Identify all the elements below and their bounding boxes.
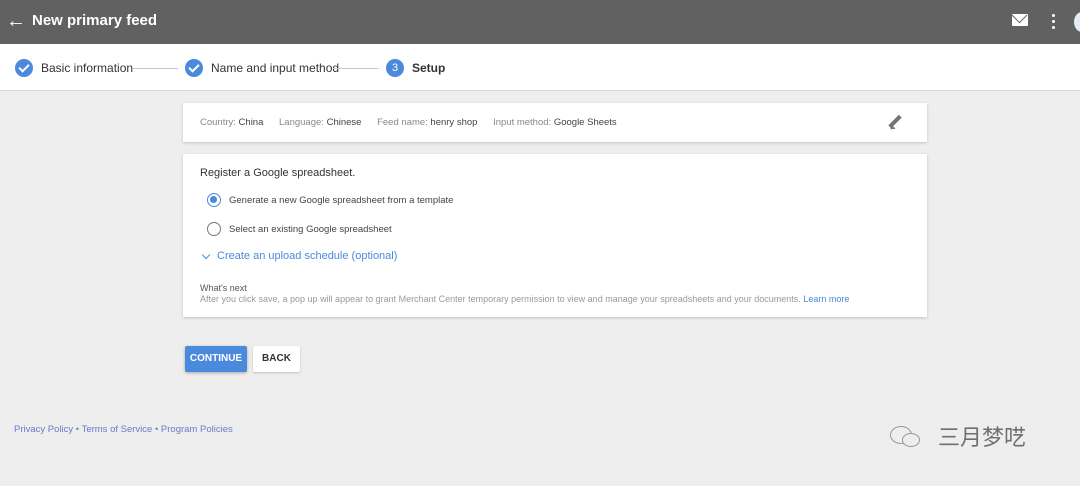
- stepper: Basic information Name and input method …: [0, 44, 1080, 91]
- check-circle-icon: [185, 59, 203, 77]
- mail-icon[interactable]: [1012, 14, 1028, 26]
- footer-links: Privacy Policy • Terms of Service • Prog…: [14, 424, 233, 435]
- terms-of-service-link[interactable]: Terms of Service: [82, 424, 153, 435]
- radio-button[interactable]: [207, 222, 221, 236]
- chevron-down-icon: [201, 250, 211, 259]
- step-connector: [132, 68, 178, 69]
- upload-schedule-toggle[interactable]: Create an upload schedule (optional): [201, 250, 397, 262]
- summary-input-method: Input method: Google Sheets: [493, 117, 617, 128]
- step-setup: 3 Setup: [386, 58, 445, 78]
- section-title: Register a Google spreadsheet.: [200, 167, 356, 179]
- app-bar: ← New primary feed: [0, 0, 1080, 44]
- arrow-back-icon[interactable]: ←: [6, 10, 26, 32]
- whats-next-title: What's next: [200, 283, 247, 293]
- option-label: Generate a new Google spreadsheet from a…: [229, 194, 454, 206]
- summary-feed-name: Feed name: henry shop: [377, 117, 478, 128]
- setup-card: Register a Google spreadsheet. Generate …: [183, 154, 927, 317]
- watermark: 三月梦呓: [888, 420, 1026, 452]
- page-title: New primary feed: [32, 12, 158, 29]
- back-button[interactable]: BACK: [253, 346, 300, 372]
- learn-more-link[interactable]: Learn more: [803, 294, 849, 304]
- whats-next-text: After you click save, a pop up will appe…: [200, 294, 850, 304]
- avatar[interactable]: [1074, 12, 1080, 32]
- summary-country: Country: China: [200, 117, 264, 128]
- option-generate-new[interactable]: Generate a new Google spreadsheet from a…: [207, 192, 453, 208]
- step-label: Setup: [412, 61, 446, 75]
- watermark-text: 三月梦呓: [938, 426, 1027, 451]
- wechat-icon: [888, 421, 922, 451]
- upload-schedule-link[interactable]: Create an upload schedule (optional): [217, 250, 397, 262]
- option-select-existing[interactable]: Select an existing Google spreadsheet: [207, 221, 392, 237]
- step-label: Name and input method: [211, 61, 340, 75]
- feed-summary-card: Country: China Language: Chinese Feed na…: [183, 103, 927, 142]
- step-name-and-input-method: Name and input method: [185, 58, 339, 78]
- step-basic-information: Basic information: [15, 58, 133, 78]
- step-label: Basic information: [41, 61, 134, 75]
- radio-button-checked[interactable]: [207, 193, 221, 207]
- footer-separator: •: [154, 424, 159, 435]
- edit-pencil-icon[interactable]: [887, 114, 903, 132]
- check-circle-icon: [15, 59, 33, 77]
- summary-row: Country: China Language: Chinese Feed na…: [200, 117, 630, 128]
- program-policies-link[interactable]: Program Policies: [161, 424, 233, 435]
- step-number: 3: [386, 59, 404, 77]
- step-connector: [333, 68, 379, 69]
- privacy-policy-link[interactable]: Privacy Policy: [14, 424, 73, 435]
- option-label: Select an existing Google spreadsheet: [229, 223, 392, 235]
- footer-separator: •: [75, 424, 80, 435]
- continue-button[interactable]: CONTINUE: [185, 346, 247, 372]
- more-vert-icon[interactable]: [1048, 13, 1060, 31]
- summary-language: Language: Chinese: [279, 117, 362, 128]
